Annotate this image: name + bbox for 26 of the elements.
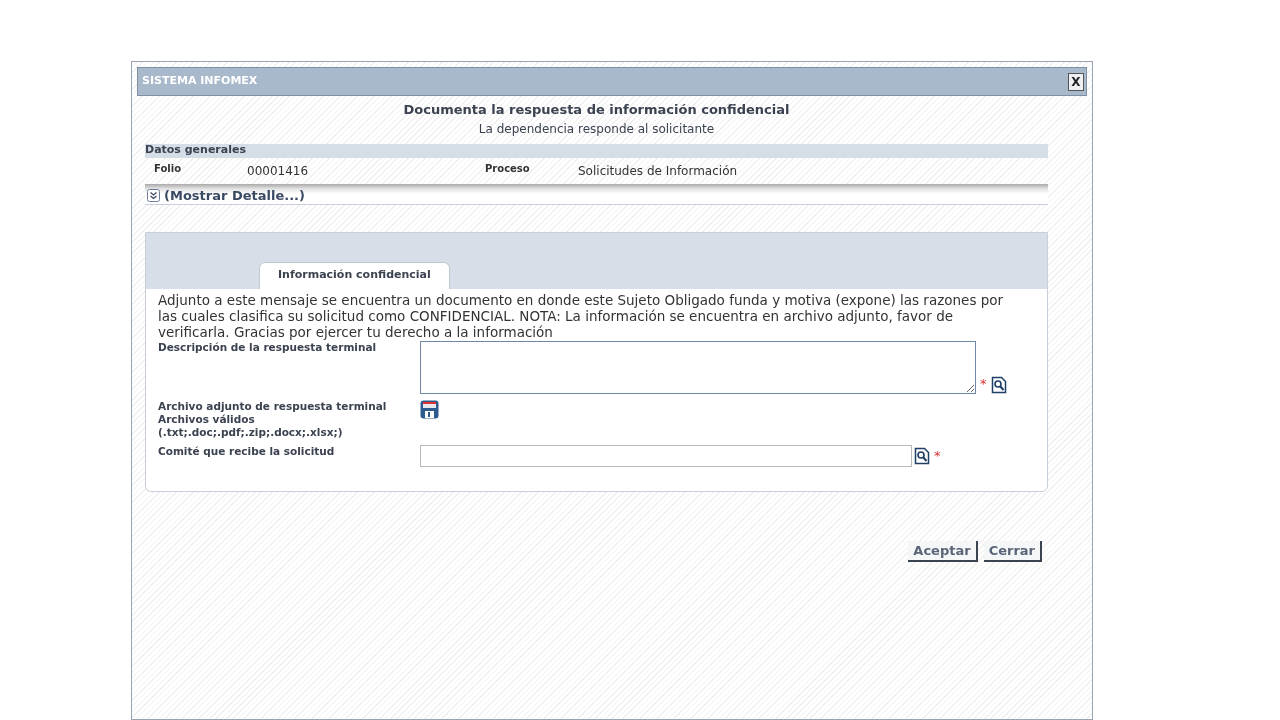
committee-input[interactable] bbox=[420, 444, 912, 467]
double-chevron-icon bbox=[147, 189, 160, 202]
form-label: Descripción de la respuesta terminal bbox=[158, 340, 378, 354]
form-label: Comité que recibe la solicitud bbox=[158, 444, 336, 458]
field-value: Solicitudes de Información bbox=[578, 162, 738, 180]
form-label: (.txt;.doc;.pdf;.zip;.docx;.xlsx;) bbox=[158, 425, 344, 439]
page-title: Documenta la respuesta de información confidencial bbox=[403, 101, 790, 119]
required-asterisk: * bbox=[980, 375, 987, 393]
message-text: Adjunto a este mensaje se encuentra un documento en donde este Sujeto Obligado funda y motiva (expone) las razones por las cuales clasifica su solicitud como CONFIDENCIAL. NOTA: La información se encuentra en archivo adjunto, favor de verificarla. Gracias por ejercer tu derecho a la información bbox=[158, 291, 1005, 340]
description-textarea[interactable] bbox=[420, 340, 976, 394]
field-value: 00001416 bbox=[247, 162, 309, 180]
window-title: SISTEMA INFOMEX bbox=[142, 73, 258, 90]
document-search-icon[interactable] bbox=[914, 446, 930, 465]
form-label: Archivos válidos bbox=[158, 412, 256, 426]
section-heading: Datos generales bbox=[145, 142, 246, 159]
tab[interactable]: Información confidencial bbox=[259, 261, 450, 289]
field-label: Proceso bbox=[484, 162, 531, 176]
form-label: Archivo adjunto de respuesta terminal bbox=[158, 399, 388, 413]
close-button[interactable]: X bbox=[1068, 72, 1084, 91]
page-subtitle: La dependencia responde al solicitante bbox=[478, 120, 715, 138]
required-asterisk: * bbox=[934, 446, 941, 465]
show-detail-toggle[interactable]: (Mostrar Detalle...) bbox=[147, 185, 305, 206]
field-label: Folio bbox=[153, 162, 183, 176]
dialog-button[interactable]: Cerrar bbox=[983, 540, 1042, 562]
document-search-icon[interactable] bbox=[990, 375, 1007, 394]
dialog-button[interactable]: Aceptar bbox=[908, 540, 978, 562]
